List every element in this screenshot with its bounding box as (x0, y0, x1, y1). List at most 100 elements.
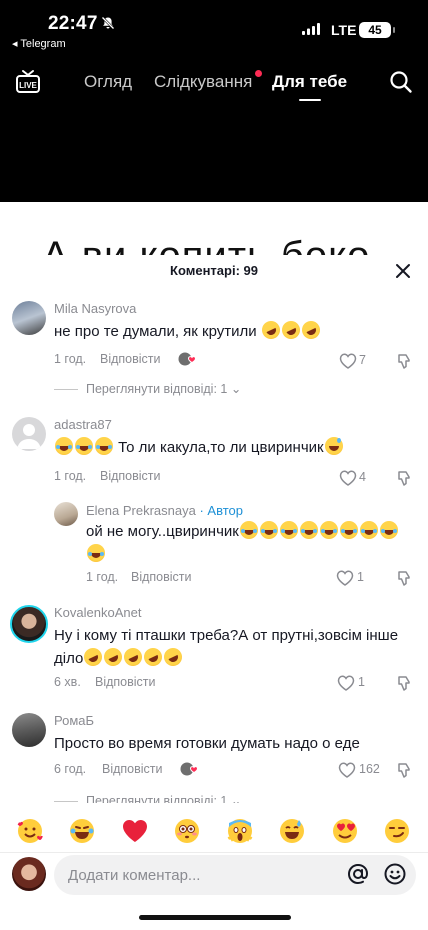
comment-text: Ну і кому ті пташки треба?А от прутні,зо… (54, 627, 399, 669)
author-badge: · Автор (199, 503, 243, 518)
dislike-icon[interactable] (397, 675, 413, 691)
avatar-with-story[interactable] (10, 605, 48, 643)
notification-dot (255, 70, 262, 77)
default-avatar-icon (17, 424, 41, 449)
active-tab-indicator (299, 99, 321, 101)
smirking-face-icon[interactable] (383, 817, 411, 845)
dislike-icon[interactable] (397, 353, 413, 369)
comment-text: То ли какула,то ли цвиринчик (54, 436, 344, 459)
status-bar: 22:47 ◂ Telegram LTE 45 (0, 0, 428, 52)
comment-text: не про те думали, як крутили (54, 318, 323, 343)
heart-icon[interactable] (339, 353, 357, 369)
chevron-down-icon: ⌄ (230, 794, 242, 803)
creator-liked-icon (178, 352, 197, 366)
laughing-emoji-icon (259, 521, 278, 539)
home-indicator (139, 915, 291, 920)
screaming-face-icon[interactable] (226, 817, 254, 845)
laughing-emoji-icon (95, 437, 113, 455)
comment-time: 1 год. (86, 570, 119, 584)
avatar[interactable] (12, 301, 46, 335)
heart-icon[interactable] (338, 762, 356, 778)
back-to-telegram-link[interactable]: ◂ Telegram (12, 37, 66, 50)
heart-eyes-face-icon[interactable] (331, 817, 359, 845)
laughing-emoji-icon (379, 521, 398, 539)
flushed-face-icon[interactable] (173, 817, 201, 845)
chevron-down-icon: ⌄ (230, 382, 242, 396)
reply-button[interactable]: Відповісти (131, 570, 192, 584)
rofl-emoji-icon (298, 318, 323, 342)
laughing-emoji-icon (87, 544, 105, 562)
my-avatar (12, 857, 46, 891)
close-icon[interactable] (394, 262, 412, 280)
reply-button[interactable]: Відповісти (102, 762, 163, 776)
network-label: LTE (331, 22, 357, 38)
rofl-emoji-icon (101, 645, 126, 669)
tab-explore[interactable]: Огляд (84, 72, 132, 92)
rofl-emoji-icon (258, 318, 283, 342)
tab-following[interactable]: Слідкування (154, 72, 252, 92)
dislike-icon[interactable] (397, 570, 413, 586)
reply-button[interactable]: Відповісти (100, 469, 161, 483)
emoji-picker-icon[interactable] (384, 863, 406, 885)
reply-button[interactable]: Відповісти (95, 675, 156, 689)
battery-icon: 45 (359, 22, 395, 38)
tab-for-you[interactable]: Для тебе (272, 72, 347, 92)
mention-at-icon[interactable] (347, 863, 369, 885)
like-count: 4 (359, 470, 366, 484)
rofl-emoji-icon (121, 645, 146, 669)
sweat-smile-emoji-icon (324, 437, 343, 455)
laughing-emoji-icon (339, 521, 358, 539)
video-caption-peek: А ви копить боко (0, 202, 428, 262)
comment-username[interactable]: KovalenkoAnet (54, 605, 141, 620)
comment-time: 1 год. (54, 352, 87, 366)
comment-time: 1 год. (54, 469, 87, 483)
heart-icon[interactable] (339, 470, 357, 486)
comment-username[interactable]: РомаБ (54, 713, 94, 728)
signal-icon (302, 23, 320, 35)
heart-icon[interactable] (336, 570, 354, 586)
like-count: 7 (359, 353, 366, 367)
dislike-icon[interactable] (397, 470, 413, 486)
quick-reactions-bar (0, 813, 428, 849)
laughing-emoji-icon (239, 521, 258, 539)
comment-username[interactable]: Mila Nasyrova (54, 301, 136, 316)
comments-panel: Коментарі: 99 Mila Nasyrova не про те ду… (0, 255, 428, 930)
laughing-emoji-icon (55, 437, 73, 455)
view-replies-button[interactable]: Переглянути відповіді: 1 ⌄ (54, 793, 241, 803)
like-count: 162 (359, 762, 380, 776)
rofl-emoji-icon (141, 645, 166, 669)
live-tv-icon[interactable]: LIVE (16, 68, 40, 94)
rofl-emoji-icon (81, 645, 106, 669)
comment-time: 6 год. (54, 762, 87, 776)
grinning-face-with-sweat-icon[interactable] (278, 817, 306, 845)
svg-text:LIVE: LIVE (19, 81, 37, 90)
reply-button[interactable]: Відповісти (100, 352, 161, 366)
like-count: 1 (358, 675, 365, 689)
creator-liked-icon (180, 762, 199, 776)
comment-text: ой не могу..цвиринчик (86, 520, 406, 566)
feed-nav: LIVE Огляд Слідкування Для тебе (0, 62, 428, 102)
like-count: 1 (357, 570, 364, 584)
comment-username[interactable]: adastra87 (54, 417, 112, 432)
laughing-emoji-icon (299, 521, 318, 539)
rofl-emoji-icon (161, 645, 186, 669)
avatar[interactable] (54, 502, 78, 526)
view-replies-button[interactable]: Переглянути відповіді: 1 ⌄ (54, 381, 241, 396)
heart-icon[interactable] (337, 675, 355, 691)
search-icon[interactable] (389, 70, 413, 94)
avatar[interactable] (12, 417, 46, 451)
laughing-emoji-icon (279, 521, 298, 539)
silent-bell-icon (101, 16, 115, 30)
comment-username[interactable]: Elena Prekrasnaya · Автор (86, 503, 243, 518)
smiling-face-with-hearts-icon[interactable] (16, 817, 44, 845)
comment-text: Просто во время готовки думать надо о ед… (54, 735, 360, 752)
comment-input-bar (0, 852, 428, 904)
avatar[interactable] (12, 713, 46, 747)
comment-time: 6 хв. (54, 675, 81, 689)
rofl-emoji-icon (278, 318, 303, 342)
red-heart-icon[interactable] (121, 817, 149, 845)
dislike-icon[interactable] (397, 762, 413, 778)
face-with-tears-of-joy-icon[interactable] (68, 817, 96, 845)
top-header: 22:47 ◂ Telegram LTE 45 LIVE Огляд Слідк… (0, 0, 428, 202)
status-time: 22:47 (48, 13, 98, 34)
